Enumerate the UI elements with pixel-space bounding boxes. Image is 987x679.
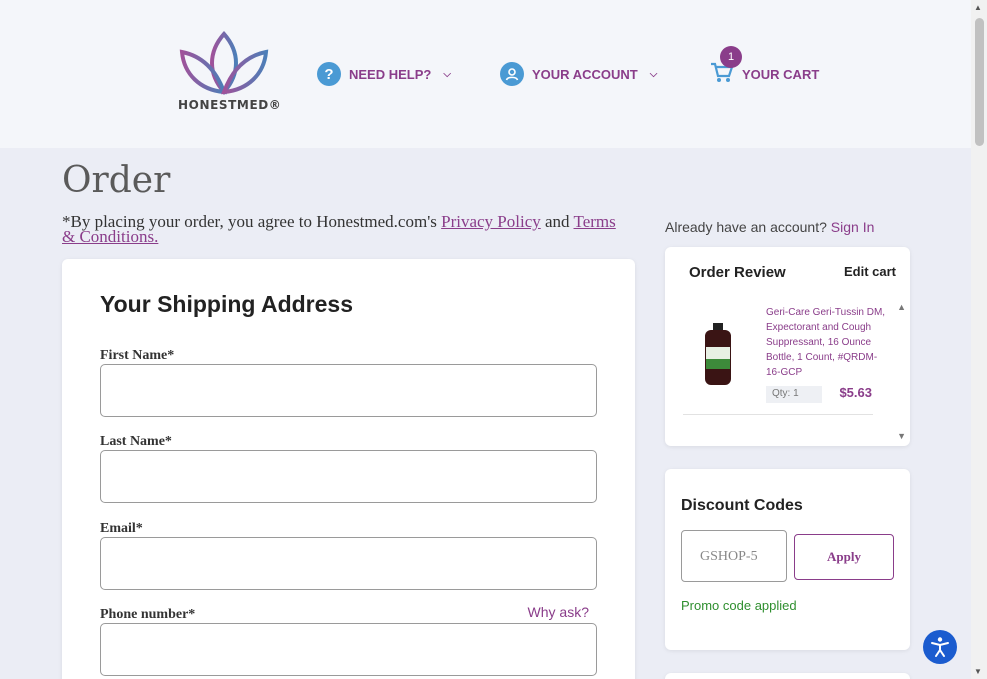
discount-title: Discount Codes [681, 497, 803, 514]
account-label: YOUR ACCOUNT [532, 66, 638, 82]
why-ask-link[interactable]: Why ask? [528, 604, 589, 620]
scroll-up-arrow-icon[interactable]: ▲ [974, 3, 982, 12]
cart-label: YOUR CART [742, 66, 820, 82]
cart-count-badge: 1 [720, 46, 742, 68]
first-name-field[interactable] [100, 364, 597, 417]
scroll-down-icon[interactable]: ▼ [897, 431, 906, 441]
divider [683, 414, 873, 415]
last-name-field[interactable] [100, 450, 597, 503]
account-prompt-text: Already have an account? [665, 219, 827, 235]
shipping-address-card: Your Shipping Address First Name* Last N… [62, 259, 635, 679]
email-label: Email* [100, 521, 143, 536]
logo-text: HONESTMED® [178, 98, 282, 112]
quantity-field[interactable]: Qty: 1 [766, 386, 822, 403]
last-name-label: Last Name* [100, 434, 172, 449]
chevron-down-icon: ⌵ [443, 68, 451, 80]
next-card [665, 673, 910, 679]
agreement-text: *By placing your order, you agree to Hon… [62, 212, 632, 245]
accessibility-button[interactable] [923, 630, 957, 664]
site-header: HONESTMED® ? NEED HELP? ⌵ YOUR ACCOUNT ⌵… [0, 0, 971, 148]
first-name-label: First Name* [100, 348, 175, 363]
account-menu[interactable]: YOUR ACCOUNT ⌵ [500, 60, 657, 88]
page-title: Order [62, 160, 171, 201]
order-review-card: Order Review Edit cart ▲ Geri-Care Geri-… [665, 247, 910, 446]
product-price: $5.63 [839, 385, 872, 400]
product-name[interactable]: Geri-Care Geri-Tussin DM, Expectorant an… [766, 305, 886, 380]
scroll-thumb[interactable] [975, 18, 984, 146]
user-icon [500, 62, 524, 86]
honestmed-logo[interactable]: HONESTMED® [176, 30, 281, 115]
need-help-label: NEED HELP? [349, 66, 432, 82]
scroll-down-arrow-icon[interactable]: ▼ [974, 667, 982, 676]
page-scrollbar[interactable]: ▲ ▼ [971, 0, 987, 679]
promo-status-text: Promo code applied [681, 598, 797, 613]
account-prompt: Already have an account? Sign In [665, 219, 874, 235]
lotus-logo-icon [179, 30, 269, 96]
discount-codes-card: Discount Codes GSHOP-5 Apply Promo code … [665, 469, 910, 650]
need-help-menu[interactable]: ? NEED HELP? ⌵ [317, 60, 451, 88]
product-bottle-image [705, 323, 731, 385]
phone-label: Phone number* [100, 607, 196, 622]
question-icon: ? [317, 62, 341, 86]
order-review-title: Order Review [689, 264, 786, 281]
privacy-policy-link[interactable]: Privacy Policy [441, 212, 541, 231]
scroll-up-icon[interactable]: ▲ [897, 302, 906, 312]
chevron-down-icon: ⌵ [649, 68, 658, 80]
apply-button[interactable]: Apply [794, 534, 894, 580]
accessibility-icon [931, 637, 949, 657]
agreement-and: and [545, 212, 570, 231]
shipping-title: Your Shipping Address [100, 291, 354, 317]
email-field[interactable] [100, 537, 597, 590]
edit-cart-link[interactable]: Edit cart [844, 264, 896, 279]
phone-field[interactable] [100, 623, 597, 676]
sign-in-link[interactable]: Sign In [831, 219, 875, 235]
discount-code-input[interactable]: GSHOP-5 [681, 530, 787, 582]
